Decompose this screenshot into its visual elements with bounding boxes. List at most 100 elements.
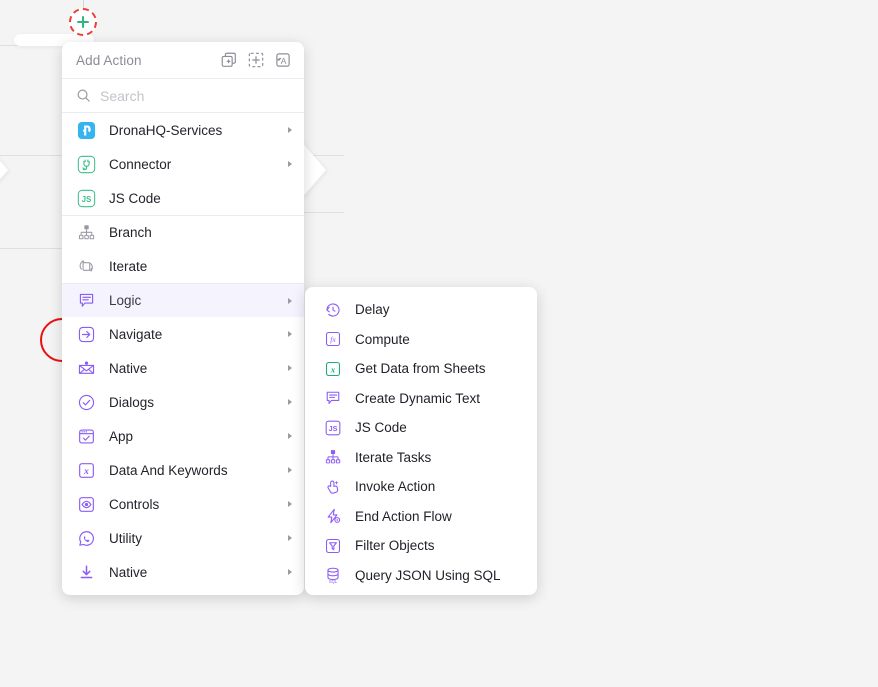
submenu-item-get-data-from-sheets[interactable]: x Get Data from Sheets xyxy=(305,354,537,384)
menu-item-label: Native xyxy=(109,564,148,580)
plus-icon xyxy=(77,16,89,28)
panel-header-icons: A xyxy=(220,51,292,69)
submenu-item-create-dynamic-text[interactable]: Create Dynamic Text xyxy=(305,384,537,414)
submenu-item-label: Filter Objects xyxy=(355,538,435,554)
chevron-right-icon xyxy=(288,297,292,304)
iterate-loop-icon xyxy=(76,256,96,276)
menu-item-utility[interactable]: Utility xyxy=(62,521,304,555)
panel-header: Add Action A xyxy=(62,42,304,79)
menu-item-dronahq-services[interactable]: DronaHQ-Services xyxy=(62,113,304,147)
submenu-item-iterate-tasks[interactable]: Iterate Tasks xyxy=(305,443,537,473)
fx-compute-icon: fx xyxy=(323,330,342,349)
menu-item-label: App xyxy=(109,428,134,444)
js-code-icon: JS xyxy=(76,188,96,208)
menu-item-logic[interactable]: Logic xyxy=(62,283,304,317)
chevron-right-icon xyxy=(288,501,292,507)
menu-item-dialogs[interactable]: Dialogs xyxy=(62,385,304,419)
logic-submenu-panel: Delay fx Compute x Get Data from Sheets xyxy=(305,287,537,595)
menu-item-data-and-keywords[interactable]: x Data And Keywords xyxy=(62,453,304,487)
submenu-item-compute[interactable]: fx Compute xyxy=(305,325,537,355)
menu-item-label: Dialogs xyxy=(109,394,155,410)
database-sql-icon: SQL xyxy=(323,566,342,585)
mail-native-icon xyxy=(76,358,96,378)
menu-item-label: Navigate xyxy=(109,326,163,342)
svg-text:A: A xyxy=(281,56,287,66)
submenu-item-filter-objects[interactable]: Filter Objects xyxy=(305,531,537,561)
flow-node-chevron-left[interactable] xyxy=(0,140,8,200)
submenu-item-invoke-action[interactable]: Invoke Action xyxy=(305,472,537,502)
branch-tree-icon xyxy=(76,223,96,243)
chevron-right-icon xyxy=(288,399,292,405)
js-code-icon: JS xyxy=(323,418,342,437)
add-action-panel: Add Action A Search DronaHQ-Services Con… xyxy=(62,42,304,595)
submenu-item-label: Iterate Tasks xyxy=(355,449,432,465)
logic-speech-icon xyxy=(76,291,96,311)
submenu-item-delay[interactable]: Delay xyxy=(305,295,537,325)
submenu-item-label: JS Code xyxy=(355,420,407,436)
translate-text-icon[interactable]: A xyxy=(274,51,292,69)
chevron-right-icon xyxy=(288,161,292,167)
eye-controls-icon xyxy=(76,494,96,514)
submenu-item-label: Create Dynamic Text xyxy=(355,390,481,406)
menu-item-label: Connector xyxy=(109,156,172,172)
svg-text:fx: fx xyxy=(330,335,336,344)
submenu-item-js-code[interactable]: JS JS Code xyxy=(305,413,537,443)
chevron-right-icon xyxy=(288,433,292,439)
submenu-item-label: End Action Flow xyxy=(355,508,452,524)
menu-item-label: JS Code xyxy=(109,190,161,206)
submenu-item-query-json-using-sql[interactable]: SQL Query JSON Using SQL xyxy=(305,561,537,591)
branch-tree-icon xyxy=(323,448,342,467)
panel-title: Add Action xyxy=(76,52,142,68)
menu-item-label: Data And Keywords xyxy=(109,462,228,478)
variable-x-icon: x xyxy=(76,460,96,480)
search-input[interactable] xyxy=(100,87,290,104)
plug-connector-icon xyxy=(76,154,96,174)
menu-item-iterate[interactable]: Iterate xyxy=(62,249,304,283)
app-window-icon xyxy=(76,426,96,446)
submenu-item-label: Query JSON Using SQL xyxy=(355,567,501,583)
menu-item-app[interactable]: App xyxy=(62,419,304,453)
flow-divider-line-low xyxy=(0,248,62,249)
filter-funnel-icon xyxy=(323,536,342,555)
excel-sheets-icon: x xyxy=(323,359,342,378)
menu-item-native-mail[interactable]: Native xyxy=(62,351,304,385)
menu-item-native-download[interactable]: Native xyxy=(62,555,304,589)
end-flow-bolt-icon xyxy=(323,507,342,526)
search-row[interactable] xyxy=(62,79,304,113)
menu-item-label: Controls xyxy=(109,496,160,512)
add-node-plus-button[interactable] xyxy=(69,8,97,36)
submenu-item-label: Delay xyxy=(355,302,390,318)
whatsapp-utility-icon xyxy=(76,528,96,548)
menu-item-label: Utility xyxy=(109,530,142,546)
menu-item-label: Native xyxy=(109,360,148,376)
svg-text:SQL: SQL xyxy=(328,579,337,584)
navigate-arrow-icon xyxy=(76,324,96,344)
chevron-right-icon xyxy=(288,535,292,541)
menu-item-js-code[interactable]: JS JS Code xyxy=(62,181,304,215)
menu-item-label: Branch xyxy=(109,225,152,240)
chevron-right-icon xyxy=(288,569,292,575)
menu-item-branch[interactable]: Branch xyxy=(62,215,304,249)
chevron-right-icon xyxy=(288,127,292,133)
action-category-list: DronaHQ-Services Connector JS JS Code Br… xyxy=(62,113,304,589)
svg-text:x: x xyxy=(83,467,89,477)
submenu-item-label: Compute xyxy=(355,331,410,347)
menu-item-connector[interactable]: Connector xyxy=(62,147,304,181)
add-selection-icon[interactable] xyxy=(247,51,265,69)
flow-canvas: Add Action A Search DronaHQ-Services Con… xyxy=(0,0,878,687)
menu-item-navigate[interactable]: Navigate xyxy=(62,317,304,351)
chevron-right-icon xyxy=(288,331,292,337)
clock-delay-icon xyxy=(323,300,342,319)
duplicate-icon[interactable] xyxy=(220,51,238,69)
menu-item-label: Iterate xyxy=(109,258,148,274)
submenu-item-label: Get Data from Sheets xyxy=(355,361,486,377)
menu-item-label: Logic xyxy=(109,293,142,308)
flow-divider-line-mid xyxy=(0,155,62,156)
check-circle-icon xyxy=(76,392,96,412)
menu-item-controls[interactable]: Controls xyxy=(62,487,304,521)
svg-text:JS: JS xyxy=(81,194,91,203)
submenu-item-label: Invoke Action xyxy=(355,479,436,495)
submenu-item-end-action-flow[interactable]: End Action Flow xyxy=(305,502,537,532)
svg-text:x: x xyxy=(329,364,335,374)
flow-divider-line-right-b xyxy=(304,212,344,213)
